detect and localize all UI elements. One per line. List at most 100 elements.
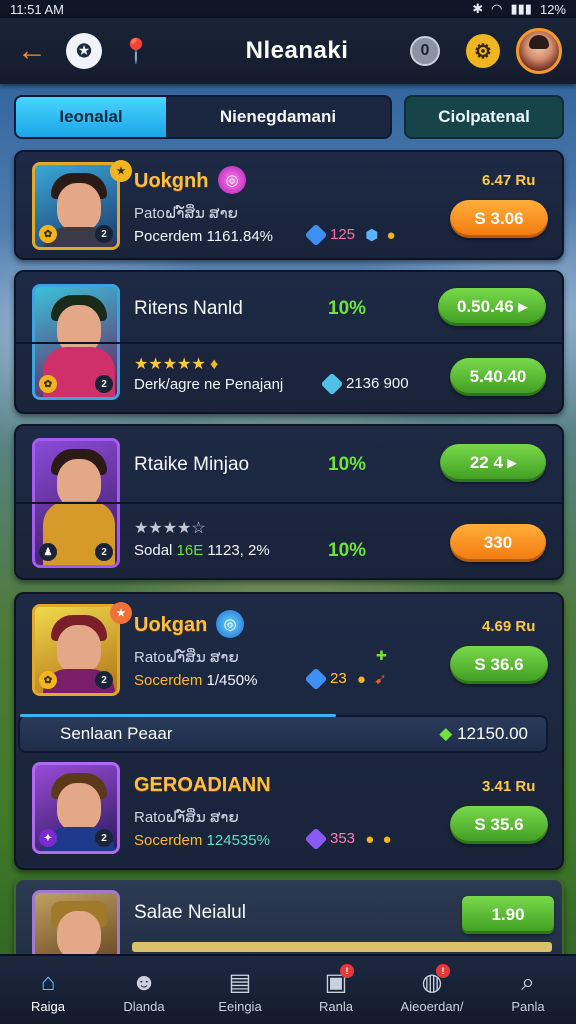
resource-row: 23 ● ➹ (304, 667, 391, 691)
buy-button[interactable]: 1.90 (462, 896, 554, 934)
hero-percent: 10% (328, 540, 367, 561)
hero-percent: 10% (328, 298, 367, 319)
tab-ciolpatenal[interactable]: Ciolpatenal (404, 95, 564, 139)
resource-row: 353 ● ● (304, 827, 396, 851)
buy-button[interactable]: 330 (450, 524, 546, 562)
hero-name: Uokgan (134, 614, 208, 636)
hero-name: Salae Neialul (134, 902, 246, 923)
coin-stack-icon: ● (386, 226, 396, 244)
resource-row: 2136 900 (320, 372, 409, 396)
nav-item-ranla[interactable]: ▣ ! Ranla (288, 956, 384, 1024)
nav-item-aieoerdan[interactable]: ◍ ! Aieoerdan/ (384, 956, 480, 1024)
hero-percent: 10% (328, 454, 367, 475)
hero-card[interactable]: ♟ 2 Rtaike Minjao 10% 22 4 ▸ ★★★★☆ Sodal… (14, 424, 564, 580)
resource-count: 353 (330, 830, 356, 847)
stat-value: 1161.84% (206, 228, 273, 245)
status-bar: 11:51 AM ✱ ◠ ▮▮▮ 12% (0, 0, 576, 18)
status-time: 11:51 AM (10, 1, 64, 17)
coin-icon: ● (365, 830, 375, 848)
purple-gem-icon (304, 827, 328, 851)
rank-badge: 2 (95, 543, 113, 561)
nav-item-panla[interactable]: ⌕ Panla (480, 956, 576, 1024)
stat-value: 124535% (206, 832, 270, 849)
nav-item-eeingia[interactable]: ▤ Eeingia (192, 956, 288, 1024)
resource-row: 125 ⬢ ● (304, 223, 400, 247)
map-icon[interactable]: ✪ (66, 33, 102, 69)
nav-item-raiga[interactable]: ⌂ Raiga (0, 956, 96, 1024)
bluetooth-icon: ✱ (472, 1, 484, 16)
star-badge-icon: ★ (110, 160, 132, 182)
coin-icon: ● (356, 670, 366, 688)
stat-label: Pocerdem (134, 228, 203, 245)
swirl-icon: ◎ (216, 610, 244, 638)
hero-card[interactable]: ✿ 2 ★ Uokgnh ◎ Patoຝາ໌ສິ່ນ ສາຍ Pocerdem … (14, 150, 564, 260)
resource-count: 23 (330, 670, 347, 687)
film-icon: ▤ (228, 968, 252, 996)
tab-group: Ieonalal Nienegdamani (14, 95, 392, 139)
buy-button[interactable]: S 36.6 (450, 646, 548, 684)
level-badge: ✦ (39, 829, 57, 847)
nav-label: Dlanda (123, 998, 165, 1014)
coin-icon[interactable]: 0 (410, 36, 440, 66)
star-rating: ★★★★☆ (134, 520, 206, 537)
stat-highlight: 16E (176, 542, 204, 559)
hero-portrait[interactable]: ✿ 2 (32, 604, 120, 696)
boost-icon: ➹ (374, 671, 387, 689)
notification-badge: ! (340, 964, 354, 978)
rank-badge: 2 (95, 829, 113, 847)
hero-name: Ritens Nanld (134, 298, 243, 319)
leaf-icon: ◆ (439, 724, 453, 743)
progress-bar (132, 942, 552, 952)
nav-item-dlanda[interactable]: ☻ Dlanda (96, 956, 192, 1024)
stat-label: Socerdem (134, 832, 203, 849)
coin-stack-icon: ● (382, 830, 392, 848)
stat-value: 1/450% (206, 672, 258, 689)
card-divider (16, 502, 562, 504)
location-pin-icon[interactable]: 📍 (118, 33, 154, 69)
gear-icon[interactable]: ⚙ (466, 34, 500, 68)
stat-label: Socerdem (134, 672, 203, 689)
blue-gem-icon (304, 667, 328, 691)
diamond-icon (320, 372, 344, 396)
skull-icon: ☻ (131, 968, 157, 996)
nav-label: Panla (511, 998, 545, 1014)
buy-button[interactable]: S 3.06 (450, 200, 548, 238)
section-bar[interactable]: Senlaan Peaar ◆ 12150.00 (18, 714, 548, 753)
hero-stat: Socerdem 1/450% (134, 672, 257, 689)
hero-price: 3.41 Ru (482, 778, 536, 795)
notification-badge: ! (436, 964, 450, 978)
upgrade-button[interactable]: 22 4 ▸ (440, 444, 546, 482)
resource-count: 2136 900 (346, 375, 409, 392)
tab-ieonalal[interactable]: Ieonalal (16, 97, 166, 137)
level-badge: ✿ (39, 375, 57, 393)
hero-subtitle: Ratoຝາ໌ສິ່ນ ສາຍ (134, 809, 239, 826)
back-arrow-icon[interactable]: ← (14, 33, 50, 69)
battery-level: 12% (539, 1, 566, 17)
wifi-icon: ◠ (491, 1, 503, 16)
nav-label: Eeingia (218, 998, 262, 1014)
upgrade-button[interactable]: 0.50.46 ▸ (438, 288, 546, 326)
hero-card[interactable]: ✿ 2 Ritens Nanld 10% 0.50.46 ▸ ★★★★★ ♦ D… (14, 270, 564, 414)
stat-label: Sodal (134, 542, 173, 559)
swirl-icon: ◎ (218, 166, 246, 194)
stat-value: 1123, 2% (207, 542, 270, 559)
buy-button[interactable]: 5.40.40 (450, 358, 546, 396)
home-icon: ⌂ (40, 968, 56, 996)
flame-icon: ♦ (210, 356, 219, 373)
rank-badge: 2 (95, 671, 113, 689)
header-bar: ← ✪ 📍 Nleanaki 0 ⚙ (0, 18, 576, 84)
avatar[interactable] (516, 28, 562, 74)
hero-price: 4.69 Ru (482, 618, 536, 635)
sparkle-icon: ✚ (376, 648, 387, 663)
tab-bar: Ieonalal Nienegdamani Ciolpatenal (14, 95, 564, 139)
section-value-group: ◆ 12150.00 (439, 724, 528, 744)
hero-portrait[interactable]: ✦ 2 (32, 762, 120, 854)
card-divider (16, 342, 562, 344)
star-rating: ★★★★★ ♦ (134, 356, 219, 373)
blue-gem-icon (304, 223, 328, 247)
hero-description: Derk/agre ne Penajanj (134, 376, 284, 393)
level-badge: ♟ (39, 543, 57, 561)
bottom-nav: ⌂ Raiga ☻ Dlanda ▤ Eeingia ▣ ! Ranla ◍ !… (0, 954, 576, 1024)
tab-nienegdamani[interactable]: Nienegdamani (166, 97, 390, 137)
buy-button[interactable]: S 35.6 (450, 806, 548, 844)
